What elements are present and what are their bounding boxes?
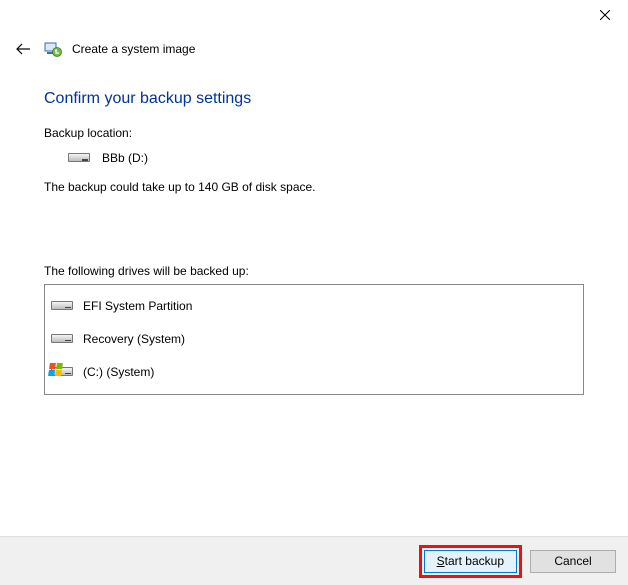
list-item: EFI System Partition — [51, 289, 577, 322]
window-title: Create a system image — [72, 42, 195, 56]
page-heading: Confirm your backup settings — [44, 90, 584, 108]
list-item: (C:) (System) — [51, 355, 577, 388]
drive-name: (C:) (System) — [83, 365, 154, 379]
back-arrow-icon — [15, 41, 31, 57]
close-button[interactable] — [582, 0, 628, 30]
system-image-icon — [44, 40, 62, 58]
start-backup-label-rest: tart backup — [445, 554, 504, 568]
drive-name: EFI System Partition — [83, 299, 192, 313]
start-backup-button[interactable]: Start backup — [424, 550, 517, 573]
drive-name: Recovery (System) — [83, 332, 185, 346]
hard-drive-icon — [51, 331, 73, 347]
drives-list: EFI System Partition Recovery (System) (… — [44, 284, 584, 395]
titlebar — [0, 0, 628, 36]
drives-list-label: The following drives will be backed up: — [44, 264, 584, 278]
content-area: Confirm your backup settings Backup loca… — [0, 62, 628, 536]
close-icon — [600, 10, 610, 20]
hard-drive-icon — [68, 150, 90, 166]
windows-drive-icon — [51, 364, 73, 380]
system-image-wizard: Create a system image Confirm your backu… — [0, 0, 628, 585]
disk-space-text: The backup could take up to 140 GB of di… — [44, 180, 584, 194]
header: Create a system image — [0, 36, 628, 62]
backup-location-label: Backup location: — [44, 126, 584, 140]
list-item: Recovery (System) — [51, 322, 577, 355]
hard-drive-icon — [51, 298, 73, 314]
back-button[interactable] — [12, 38, 34, 60]
tutorial-highlight: Start backup — [419, 545, 522, 578]
backup-location-row: BBb (D:) — [44, 150, 584, 166]
footer: Start backup Cancel — [0, 536, 628, 585]
cancel-button[interactable]: Cancel — [530, 550, 616, 573]
backup-location-value: BBb (D:) — [102, 151, 148, 165]
